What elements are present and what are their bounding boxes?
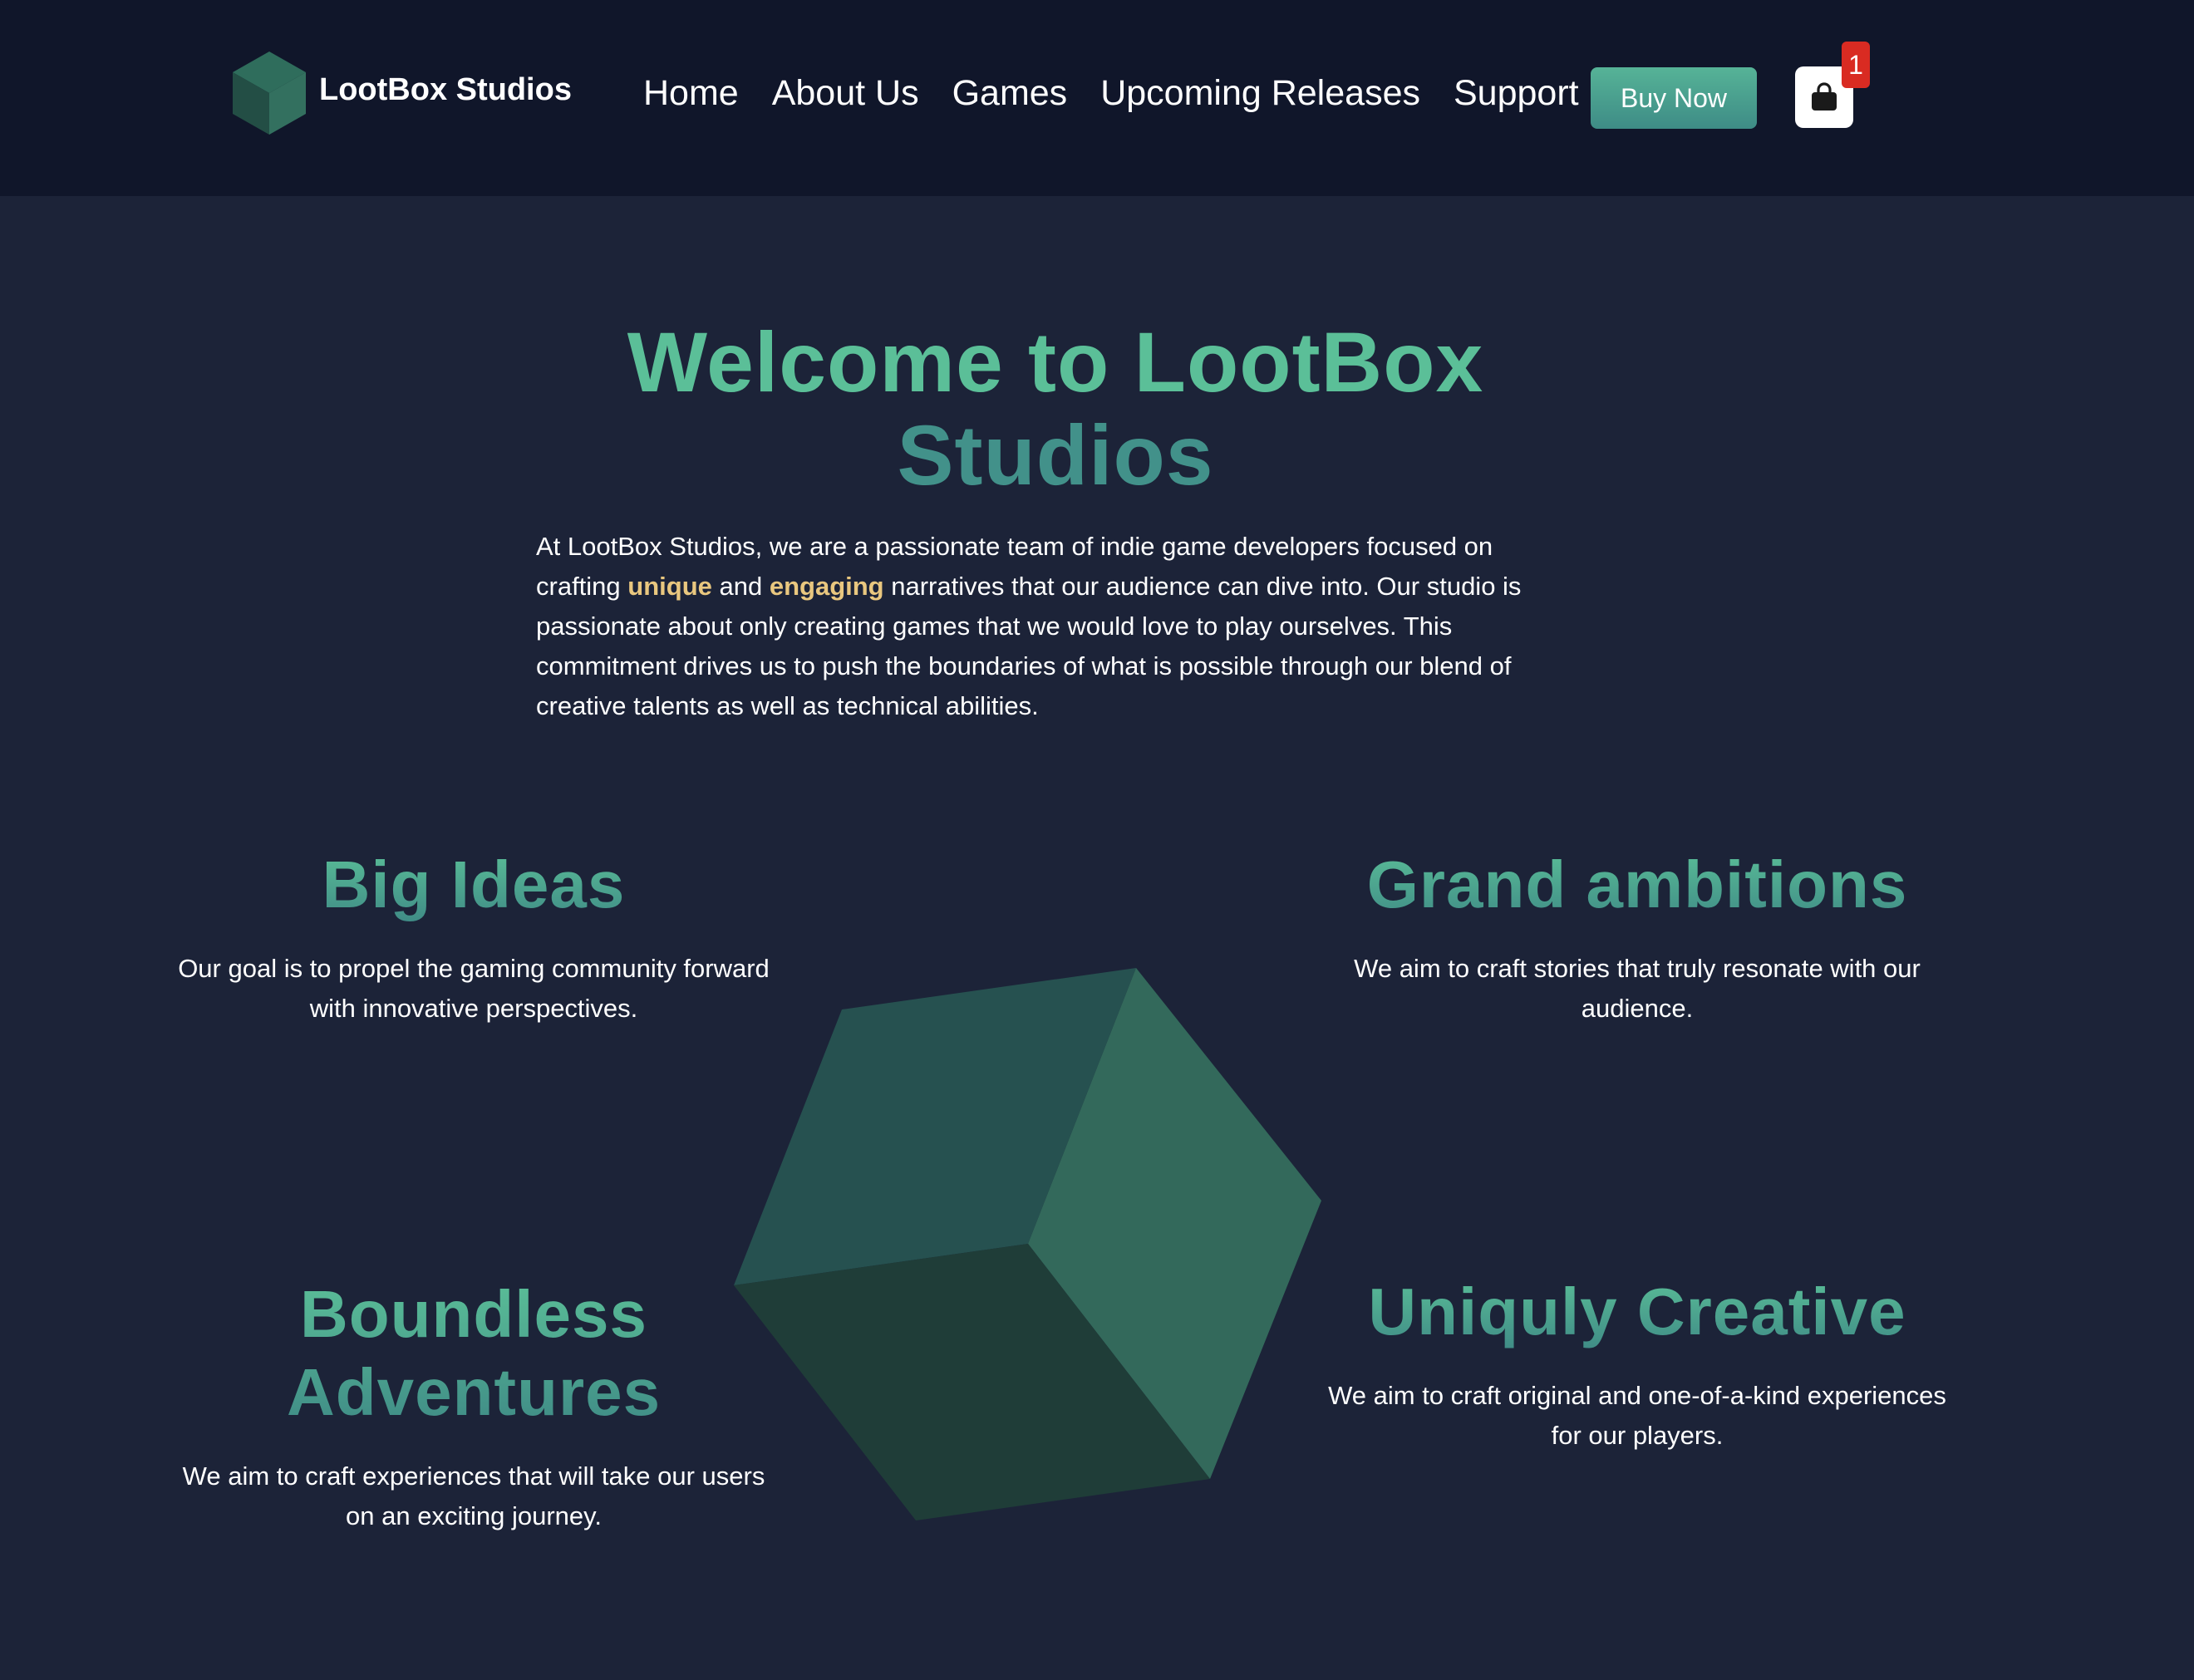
intro-highlight-unique: unique (627, 572, 712, 601)
feature-title-line: Uniquly Creative (1368, 1275, 1906, 1348)
feature-text: We aim to craft stories that truly reson… (1354, 954, 1921, 1023)
cube-logo-icon (233, 52, 306, 135)
brand-logo-link[interactable]: LootBox Studios (233, 52, 572, 135)
buy-now-button[interactable]: Buy Now (1591, 67, 1757, 129)
intro-highlight-engaging: engaging (769, 572, 884, 601)
nav-link-home[interactable]: Home (643, 73, 739, 114)
feature-title-line: Big Ideas (322, 847, 626, 921)
feature-title-line: Adventures (286, 1355, 662, 1429)
feature-title-line: Grand ambitions (1366, 847, 1908, 921)
feature-title: Boundless Adventures (166, 1275, 781, 1432)
feature-big-ideas: Big Ideas Our goal is to propel the gami… (166, 846, 781, 1029)
navbar: LootBox Studios Home About Us Games Upco… (0, 0, 2194, 196)
brand-name: LootBox Studios (319, 71, 572, 107)
nav-link-upcoming-releases[interactable]: Upcoming Releases (1100, 73, 1420, 114)
feature-title-line: Boundless (300, 1277, 647, 1351)
hero-title-line-2: Studios (897, 408, 1214, 503)
feature-boundless-adventures: Boundless Adventures We aim to craft expe… (166, 1275, 781, 1536)
nav-link-support[interactable]: Support (1454, 73, 1579, 114)
intro-text-2: and (711, 572, 770, 601)
cart-count-badge: 1 (1842, 42, 1870, 88)
cube-face-top (734, 968, 1136, 1285)
hero-title: Welcome to LootBox Studios (432, 316, 1679, 502)
cube-face-bottom (734, 1244, 1210, 1520)
feature-title: Uniquly Creative (1313, 1273, 1961, 1351)
feature-uniquly-creative: Uniquly Creative We aim to craft origina… (1313, 1273, 1961, 1456)
feature-grand-ambitions: Grand ambitions We aim to craft stories … (1313, 846, 1961, 1029)
nav-link-about-us[interactable]: About Us (772, 73, 919, 114)
main-nav: Home About Us Games Upcoming Releases Su… (643, 73, 1612, 114)
feature-text: Our goal is to propel the gaming communi… (178, 954, 770, 1023)
hero-title-line-1: Welcome to LootBox (627, 315, 1484, 410)
cube-face-right (1028, 968, 1321, 1479)
feature-text: We aim to craft experiences that will ta… (182, 1461, 765, 1530)
shopping-bag-icon (1812, 82, 1837, 111)
feature-text: We aim to craft original and one-of-a-ki… (1328, 1381, 1946, 1450)
nav-link-games[interactable]: Games (952, 73, 1068, 114)
feature-title: Grand ambitions (1313, 846, 1961, 924)
intro-paragraph: At LootBox Studios, we are a passionate … (536, 527, 1575, 726)
feature-title: Big Ideas (166, 846, 781, 924)
